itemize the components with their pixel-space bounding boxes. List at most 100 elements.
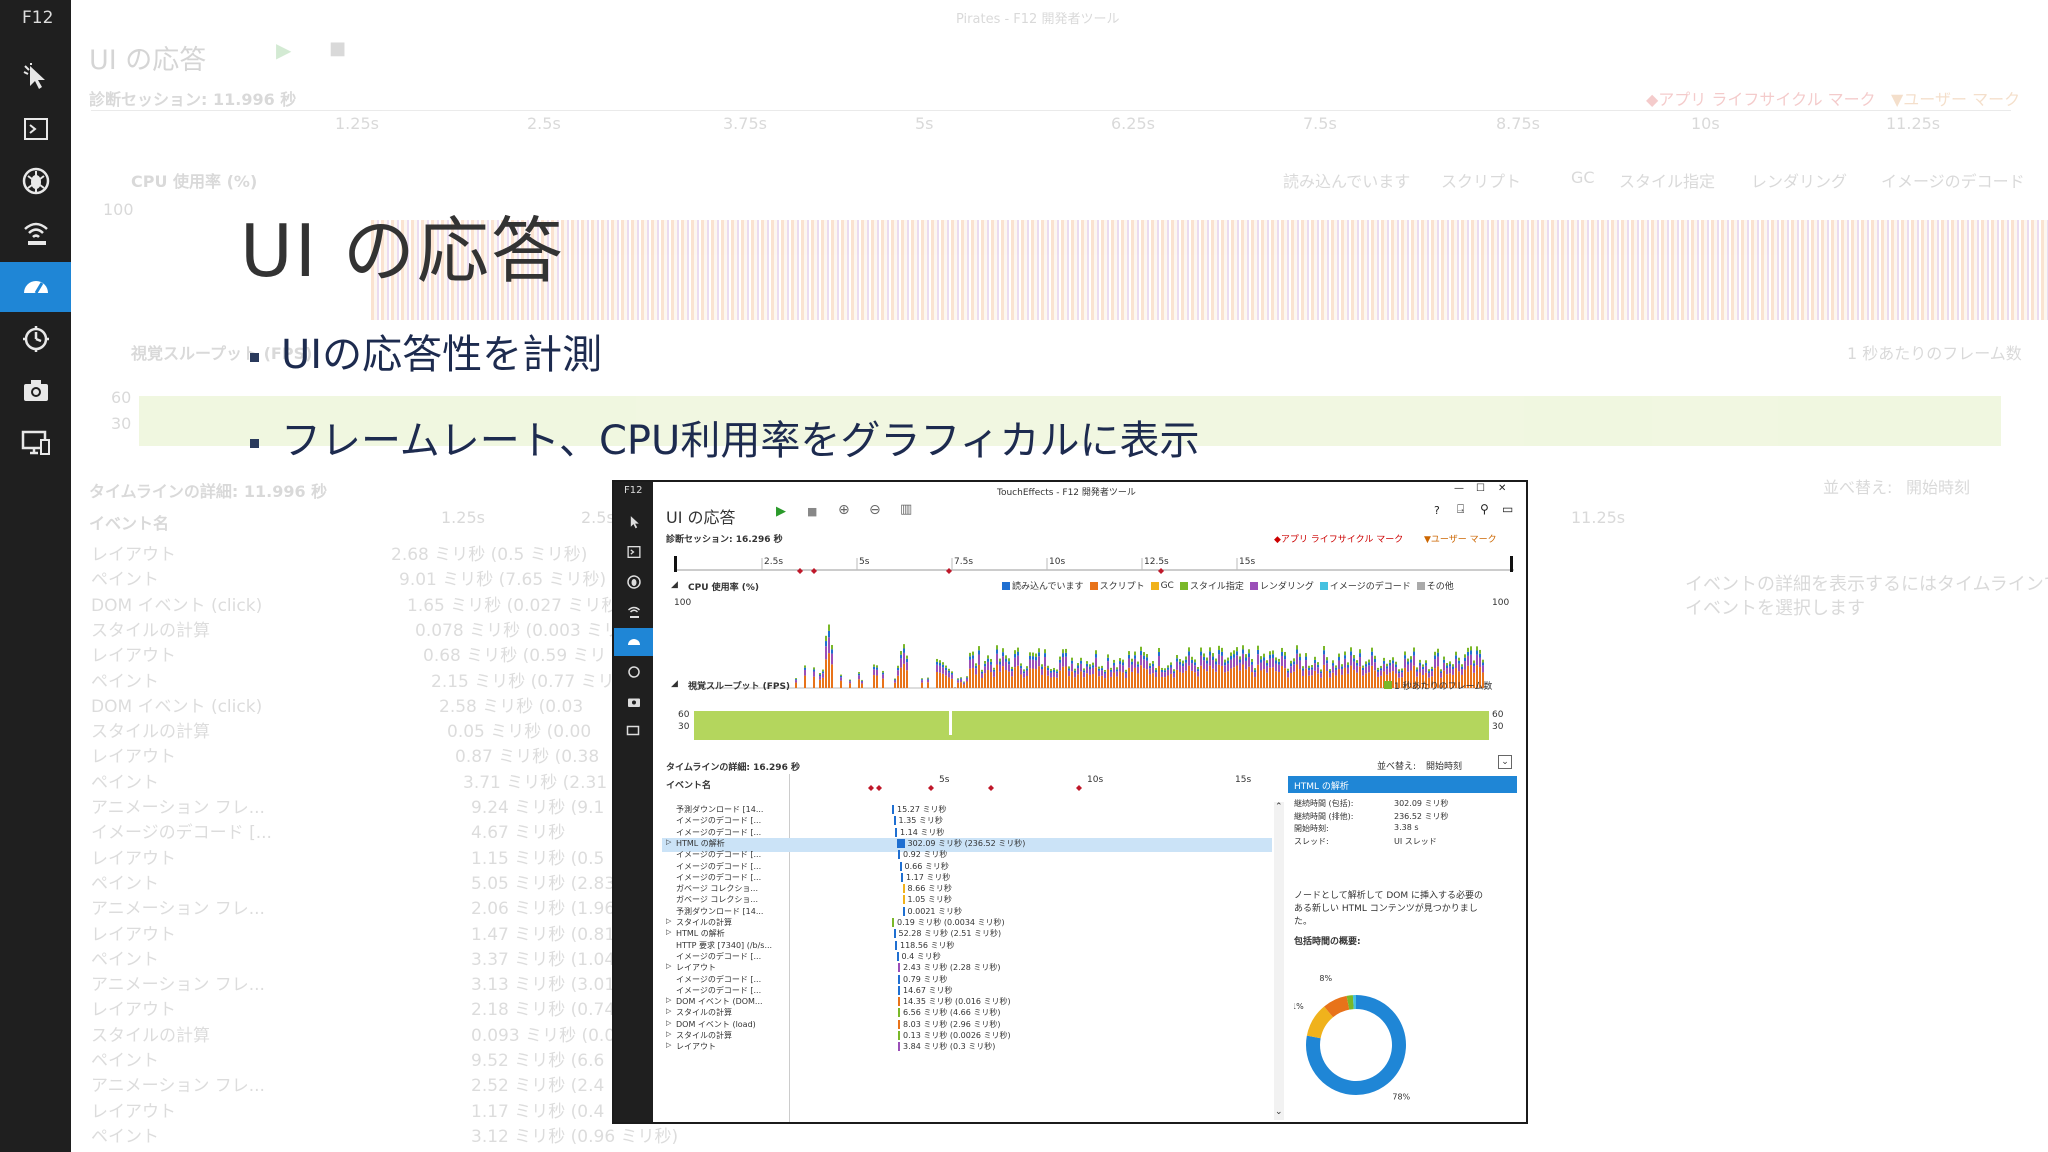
event-name[interactable]: イメージのデコード [... <box>676 815 761 826</box>
cpu-bar-segment <box>1212 653 1214 657</box>
cpu-bar-segment <box>1134 667 1136 688</box>
event-name[interactable]: レイアウト <box>676 962 716 973</box>
cpu-bar-segment <box>1452 666 1454 669</box>
cpu-bar-segment <box>1197 671 1199 677</box>
shot-debugger-icon[interactable] <box>614 568 653 596</box>
shot-emulation-icon[interactable] <box>614 718 653 746</box>
event-name[interactable]: HTML の解析 <box>676 928 725 939</box>
bg-panel-title: UI の応答 <box>89 45 207 76</box>
shot-scroll-up-icon[interactable]: ⌃ <box>1275 802 1283 812</box>
cpu-bar-segment <box>1311 669 1313 676</box>
dom-explorer-pointer-icon[interactable] <box>0 52 71 102</box>
expand-row-icon[interactable]: ▷ <box>666 917 671 925</box>
cpu-bar-segment <box>1170 673 1172 688</box>
shot-zoom-out-icon[interactable]: ⊖ <box>869 502 881 518</box>
emulation-icon[interactable] <box>0 418 71 468</box>
event-name[interactable]: スタイルの計算 <box>676 1030 732 1041</box>
event-name[interactable]: イメージのデコード [... <box>676 827 761 838</box>
cpu-bar-segment <box>903 652 905 664</box>
cpu-bar-segment <box>927 678 929 680</box>
event-name[interactable]: DOM イベント (load) <box>676 1019 756 1030</box>
event-name[interactable]: HTML の解析 <box>676 838 725 849</box>
cpu-bar-segment <box>984 666 986 674</box>
shot-export-icon[interactable]: ⍈ <box>1457 502 1464 517</box>
event-name[interactable]: DOM イベント (DOM... <box>676 996 763 1007</box>
shot-scroll-down-icon[interactable]: ⌄ <box>1275 1107 1283 1117</box>
cpu-bar-segment <box>942 664 944 668</box>
shot-console-icon[interactable] <box>614 538 653 566</box>
event-name[interactable]: イメージのデコード [... <box>676 985 761 996</box>
network-icon[interactable] <box>0 208 71 258</box>
shot-memory-icon[interactable] <box>614 688 653 716</box>
shot-sort-select[interactable]: 開始時刻 <box>1426 759 1496 772</box>
shot-sort-chevron-icon[interactable]: ⌄ <box>1498 755 1512 769</box>
event-name[interactable]: スタイルの計算 <box>676 917 732 928</box>
profiler-icon[interactable] <box>0 314 71 364</box>
shot-network-icon[interactable] <box>614 598 653 626</box>
cpu-bar-segment <box>1248 653 1250 658</box>
bg-cpu-legend-render: レンダリング <box>1751 172 1848 191</box>
cpu-bar-segment <box>960 679 962 683</box>
expand-row-icon[interactable]: ▷ <box>666 1041 671 1049</box>
event-name[interactable]: HTTP 要求 [7340] (/b/s... <box>676 940 772 951</box>
cpu-bar-segment <box>927 679 929 683</box>
shot-maximize-button[interactable]: ☐ <box>1476 483 1485 494</box>
cpu-bar-segment <box>1296 653 1298 665</box>
event-name[interactable]: イメージのデコード [... <box>676 951 761 962</box>
shot-zoom-in-icon[interactable]: ⊕ <box>838 502 850 518</box>
event-name[interactable]: ガベージ コレクショ... <box>676 883 758 894</box>
console-icon[interactable] <box>0 104 71 154</box>
shot-stop-button[interactable]: ■ <box>807 505 817 518</box>
expand-row-icon[interactable]: ▷ <box>666 962 671 970</box>
event-name[interactable]: イメージのデコード [... <box>676 872 761 883</box>
cpu-bar-segment <box>1251 661 1253 665</box>
cpu-bar-segment <box>894 680 896 683</box>
shot-cpu-collapse-icon[interactable]: ◢ <box>671 580 678 590</box>
event-name[interactable]: イメージのデコード [... <box>676 849 761 860</box>
expand-row-icon[interactable]: ▷ <box>666 1019 671 1027</box>
shot-ui-responsiveness-icon[interactable] <box>614 628 653 656</box>
event-name[interactable]: 予測ダウンロード [14... <box>676 804 763 815</box>
bg-event-duration: 1.15 ミリ秒 (0.5 <box>471 848 605 869</box>
shot-chart-icon[interactable]: ▥ <box>900 502 912 517</box>
event-name[interactable]: スタイルの計算 <box>676 1007 732 1018</box>
shot-start-button[interactable]: ▶ <box>776 504 786 519</box>
cpu-bar-segment <box>978 664 980 688</box>
bg-timeline-title: タイムラインの詳細: 11.996 秒 <box>89 482 328 501</box>
cpu-bar-segment <box>1167 665 1169 668</box>
shot-profiler-icon[interactable] <box>614 658 653 686</box>
shot-fps-collapse-icon[interactable]: ◢ <box>671 679 678 689</box>
shot-close-button[interactable]: ✕ <box>1498 483 1506 494</box>
shot-dock-icon[interactable]: ▭ <box>1502 502 1513 516</box>
shot-scrollbar[interactable] <box>1274 802 1284 1120</box>
event-duration: 15.27 ミリ秒 <box>897 805 947 814</box>
shot-minimize-button[interactable]: — <box>1454 483 1464 494</box>
expand-row-icon[interactable]: ▷ <box>666 1007 671 1015</box>
shot-pin-icon[interactable]: ⚲ <box>1480 502 1489 516</box>
debugger-icon[interactable] <box>0 156 71 206</box>
event-name[interactable]: イメージのデコード [... <box>676 974 761 985</box>
bg-event-duration: 2.58 ミリ秒 (0.03 <box>439 696 584 717</box>
cpu-bar-segment <box>1371 647 1373 652</box>
shot-help-icon[interactable]: ? <box>1434 504 1440 517</box>
expand-row-icon[interactable]: ▷ <box>666 838 671 846</box>
cpu-bar-segment <box>1377 671 1379 677</box>
cpu-bar-segment <box>795 678 797 680</box>
cpu-bar-segment <box>1254 672 1256 678</box>
expand-row-icon[interactable]: ▷ <box>666 996 671 1004</box>
cpu-bar-segment <box>1377 676 1379 688</box>
shot-pointer-icon[interactable] <box>614 508 653 536</box>
cpu-bar-segment <box>1308 665 1310 669</box>
event-name[interactable]: ガベージ コレクショ... <box>676 894 758 905</box>
memory-camera-icon[interactable] <box>0 366 71 416</box>
bg-session: 診断セッション: 11.996 秒 <box>89 90 297 109</box>
event-name[interactable]: イメージのデコード [... <box>676 861 761 872</box>
event-name[interactable]: レイアウト <box>676 1041 716 1052</box>
ui-responsiveness-icon[interactable] <box>0 262 71 312</box>
cpu-bar-segment <box>861 681 863 684</box>
expand-row-icon[interactable]: ▷ <box>666 928 671 936</box>
cpu-bar-segment <box>1236 665 1238 688</box>
event-name[interactable]: 予測ダウンロード [14... <box>676 906 763 917</box>
cpu-bar-segment <box>1260 670 1262 688</box>
expand-row-icon[interactable]: ▷ <box>666 1030 671 1038</box>
